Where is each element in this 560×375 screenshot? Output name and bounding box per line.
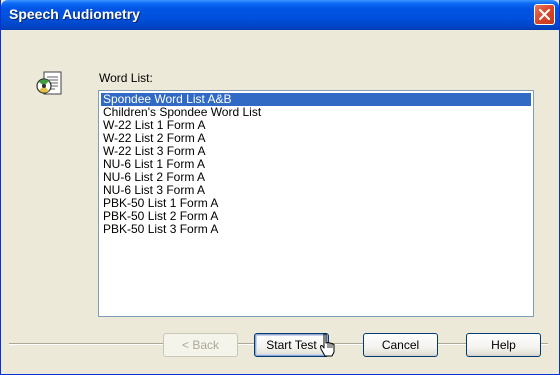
mouse-pointer-icon <box>320 333 335 357</box>
list-item[interactable]: PBK-50 List 3 Form A <box>101 223 531 236</box>
close-button[interactable] <box>534 4 555 25</box>
help-button[interactable]: Help <box>466 333 541 357</box>
speech-audiometry-icon <box>35 68 67 100</box>
back-button[interactable]: < Back <box>163 333 238 357</box>
window-title: Speech Audiometry <box>9 6 140 22</box>
word-list-label: Word List: <box>99 71 153 85</box>
word-list-listbox[interactable]: Spondee Word List A&B Children's Spondee… <box>98 90 534 317</box>
close-icon <box>539 9 550 20</box>
start-test-button[interactable]: Start Test <box>254 333 329 357</box>
cancel-button[interactable]: Cancel <box>363 333 438 357</box>
speech-audiometry-dialog: Speech Audiometry Word List: Spondee Wor… <box>0 0 560 375</box>
dialog-body: Word List: Spondee Word List A&B Childre… <box>1 30 559 374</box>
title-bar[interactable]: Speech Audiometry <box>1 0 559 30</box>
